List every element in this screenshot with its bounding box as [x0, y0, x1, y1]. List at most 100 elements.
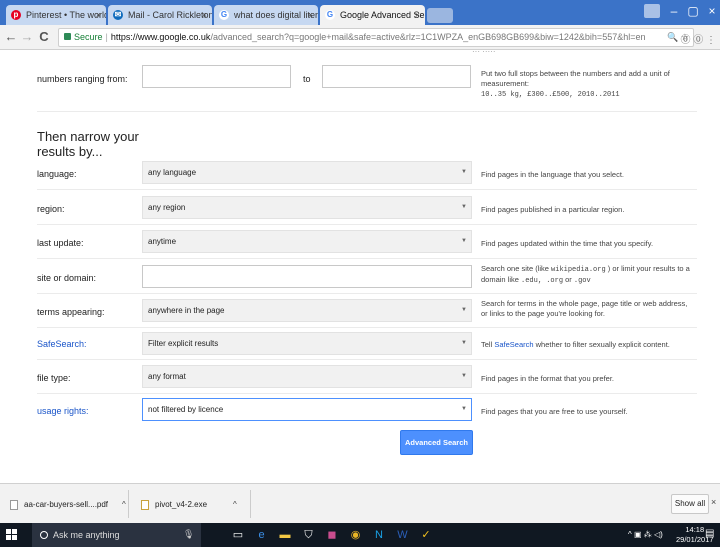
safesearch-link[interactable]: SafeSearch: — [37, 339, 87, 349]
download-filename: pivot_v4-2.exe — [155, 500, 208, 509]
divider — [37, 393, 697, 394]
store-icon[interactable]: ⛉ — [301, 527, 317, 543]
pdf-file-icon — [10, 499, 18, 510]
range-help-text: Put two full stops between the numbers a… — [481, 69, 670, 88]
tab-search-literacy[interactable]: G what does digital literacy × — [214, 5, 318, 25]
language-help: Find pages in the language that you sele… — [481, 170, 625, 179]
tab-close-icon[interactable]: × — [202, 5, 207, 25]
tab-title: Mail - Carol Rickleton - ( — [128, 10, 212, 20]
forward-button[interactable]: → — [20, 29, 34, 45]
download-item[interactable]: aa-car-buyers-sell....pdf ^ — [10, 492, 126, 517]
divider — [37, 293, 697, 294]
chevron-up-icon[interactable]: ^ — [122, 500, 126, 509]
dropdown-caret-icon: ▼ — [461, 238, 467, 244]
close-downloads-icon[interactable]: × — [711, 497, 716, 507]
new-tab-button[interactable] — [427, 8, 453, 23]
divider — [37, 359, 697, 360]
divider — [37, 327, 697, 328]
url-path: /advanced_search?q=google+mail&safe=acti… — [210, 32, 646, 42]
pinterest-icon: p — [11, 10, 21, 20]
chrome-icon[interactable]: ◉ — [348, 527, 364, 543]
mail-icon: ✉ — [113, 10, 123, 20]
dropdown-caret-icon: ▼ — [461, 406, 467, 412]
tab-advanced-search[interactable]: G Google Advanced Search × — [320, 5, 425, 25]
dropdown-caret-icon: ▼ — [461, 169, 467, 175]
range-from-input[interactable] — [142, 65, 291, 88]
safesearch-value: Filter explicit results — [148, 339, 219, 348]
edge-icon[interactable]: e — [254, 527, 270, 543]
terms-label: terms appearing: — [37, 307, 105, 317]
cortana-search-box[interactable]: Ask me anything — [32, 523, 201, 547]
safesearch-select[interactable]: Filter explicit results ▼ — [142, 332, 472, 355]
range-help: Put two full stops between the numbers a… — [481, 69, 696, 100]
maximize-button[interactable]: ▢ — [683, 4, 703, 18]
action-center-icon[interactable]: ▤ — [705, 528, 714, 539]
site-help-code: wikipedia.org — [551, 266, 606, 274]
system-tray-icons[interactable]: ^ ▣ ⁂ ◁) — [628, 530, 663, 539]
dropdown-caret-icon: ▼ — [461, 307, 467, 313]
chevron-up-icon[interactable]: ^ — [233, 500, 237, 509]
file-type-label: file type: — [37, 373, 71, 383]
site-domain-input[interactable] — [142, 265, 472, 288]
address-bar[interactable]: Secure | https://www.google.co.uk/advanced… — [58, 28, 694, 47]
lock-icon — [64, 33, 71, 40]
norton-icon[interactable]: ✓ — [418, 527, 434, 543]
close-window-button[interactable]: × — [702, 4, 720, 18]
minimize-button[interactable]: – — [664, 4, 684, 18]
windows-start-icon[interactable] — [6, 529, 17, 540]
task-view-icon[interactable]: ▭ — [230, 527, 246, 543]
language-value: any language — [148, 168, 197, 177]
safesearch-help-link[interactable]: SafeSearch — [494, 340, 533, 349]
google-g-icon: G — [325, 10, 335, 20]
divider — [37, 224, 697, 225]
safesearch-help: Tell SafeSearch whether to filter sexual… — [481, 340, 696, 350]
toolbar: ← → C Secure | https://www.google.co.uk/ad… — [0, 25, 720, 50]
search-placeholder: Ask me anything — [53, 530, 120, 540]
back-button[interactable]: ← — [4, 29, 18, 45]
tab-mail[interactable]: ✉ Mail - Carol Rickleton - ( × — [108, 5, 212, 25]
exe-file-icon — [141, 499, 149, 510]
tab-close-icon[interactable]: × — [308, 5, 313, 25]
downloads-bar: aa-car-buyers-sell....pdf ^ pivot_v4-2.ex… — [0, 483, 720, 523]
region-value: any region — [148, 203, 186, 212]
safesearch-help-text: Tell — [481, 340, 495, 349]
user-profile-icon[interactable] — [644, 4, 660, 18]
range-to-input[interactable] — [322, 65, 471, 88]
usage-rights-link[interactable]: usage rights: — [37, 406, 89, 416]
secure-label: Secure — [74, 32, 103, 42]
terms-select[interactable]: anywhere in the page ▼ — [142, 299, 472, 322]
range-to-label: to — [303, 74, 311, 84]
safesearch-help-text: whether to filter sexually explicit cont… — [533, 340, 670, 349]
address-separator: | — [105, 32, 108, 42]
cortana-icon — [40, 531, 48, 539]
last-update-select[interactable]: anytime ▼ — [142, 230, 472, 253]
download-filename: aa-car-buyers-sell....pdf — [24, 500, 109, 509]
download-item[interactable]: pivot_v4-2.exe ^ — [141, 492, 237, 517]
advanced-search-page: ··· ····· numbers ranging from: to Put t… — [0, 51, 720, 483]
extension-icons[interactable]: ⓪ ⓪ ⋮ — [680, 31, 716, 46]
app-n-icon[interactable]: N — [371, 527, 387, 543]
divider — [37, 258, 697, 259]
divider — [250, 490, 251, 518]
show-all-downloads-button[interactable]: Show all — [671, 494, 709, 514]
microphone-icon[interactable]: 🎙 — [183, 529, 194, 540]
file-type-select[interactable]: any format ▼ — [142, 365, 472, 388]
region-select[interactable]: any region ▼ — [142, 196, 472, 219]
reload-button[interactable]: C — [37, 29, 51, 45]
language-select[interactable]: any language ▼ — [142, 161, 472, 184]
usage-rights-value: not filtered by licence — [148, 405, 224, 414]
region-label: region: — [37, 204, 65, 214]
last-update-value: anytime — [148, 237, 177, 246]
usage-rights-select[interactable]: not filtered by licence ▼ — [142, 398, 472, 421]
tab-pinterest[interactable]: p Pinterest • The world's × — [6, 5, 106, 25]
advanced-search-button[interactable]: Advanced Search — [400, 430, 473, 455]
tab-close-icon[interactable]: × — [96, 5, 101, 25]
range-label: numbers ranging from: — [37, 74, 128, 84]
word-icon[interactable]: W — [395, 527, 411, 543]
tab-close-icon[interactable]: × — [415, 5, 420, 25]
file-explorer-icon[interactable]: ▬ — [277, 527, 293, 543]
tab-title: Google Advanced Search — [340, 10, 425, 20]
terms-help: Search for terms in the whole page, page… — [481, 299, 688, 318]
photoshop-icon[interactable]: ◼ — [324, 527, 340, 543]
dropdown-caret-icon: ▼ — [461, 340, 467, 346]
